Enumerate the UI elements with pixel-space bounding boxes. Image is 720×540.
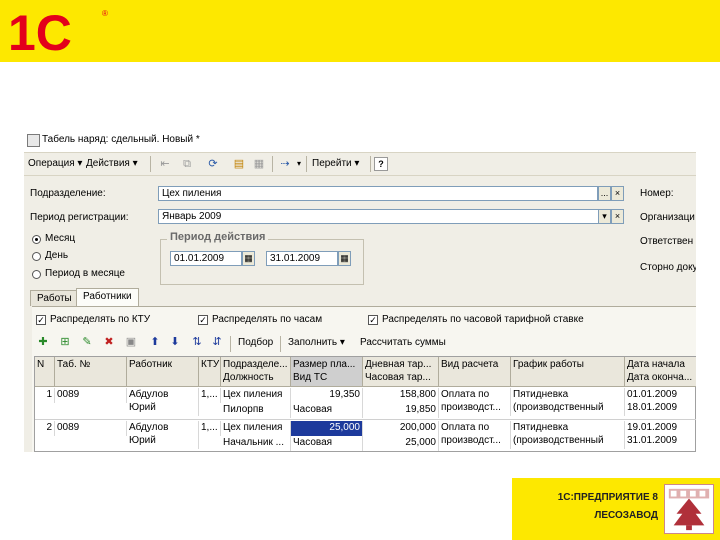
checkbox-hours[interactable]: ✓ (198, 315, 208, 325)
tab-workers[interactable]: Работники (76, 288, 139, 306)
organization-label: Организаци (640, 212, 695, 223)
fill-button[interactable]: Заполнить ▾ (288, 337, 345, 348)
tab-works[interactable]: Работы (30, 290, 79, 306)
date-from-field[interactable]: 01.01.2009 (170, 251, 242, 266)
column-header[interactable]: Дневная тар... Часовая тар... (363, 357, 439, 387)
brand-line-1: 1С:ПРЕДПРИЯТИЕ 8 (557, 492, 658, 503)
radio-month-label: Месяц (45, 233, 76, 244)
division-label: Подразделение: (30, 188, 106, 199)
save-icon[interactable]: ▦ (252, 157, 266, 171)
row-divider (35, 419, 696, 420)
period-dropdown-button[interactable]: ▾ (598, 209, 611, 224)
document-icon (27, 134, 40, 147)
structure-icon[interactable]: ⇢ (278, 157, 292, 171)
help-button[interactable]: ? (374, 157, 388, 171)
date-to-field[interactable]: 31.01.2009 (266, 251, 338, 266)
column-header[interactable]: Подразделе... Должность (221, 357, 291, 387)
window-title: Табель наряд: сдельный. Новый * (42, 134, 200, 145)
chevron-down-icon[interactable]: ▾ (292, 157, 306, 171)
sawmill-tree-icon (664, 484, 714, 534)
calc-sums-button[interactable]: Рассчитать суммы (360, 337, 446, 348)
logo-text: 1С (8, 6, 72, 56)
workers-table: N Таб. № Работник КТУ Подразделе... Должн… (34, 356, 696, 452)
goto-menu[interactable]: Перейти ▾ (312, 158, 359, 169)
toolbar-separator (150, 156, 151, 172)
toolbar-separator (306, 156, 307, 172)
toolbar-separator (272, 156, 273, 172)
storno-label: Сторно доку (640, 262, 696, 273)
toolbar-separator (370, 156, 371, 172)
toolbar-separator (280, 336, 281, 352)
column-header[interactable]: Работник (127, 357, 199, 387)
brand-line-2: ЛЕСОЗАВОД (594, 510, 658, 521)
period-label: Период регистрации: (30, 212, 129, 223)
copy-row-icon[interactable]: ⊞ (58, 335, 72, 349)
brand-badge: 1С:ПРЕДПРИЯТИЕ 8 ЛЕСОЗАВОД (512, 478, 720, 540)
window-titlebar: Табель наряд: сдельный. Новый * (24, 128, 696, 153)
period-field[interactable]: Январь 2009 (158, 209, 611, 224)
prev-doc-icon[interactable]: ⇤ (158, 157, 172, 171)
delete-row-icon[interactable]: ✖ (102, 335, 116, 349)
post-doc-icon[interactable]: ▤ (232, 157, 246, 171)
sort-asc-icon[interactable]: ⇅ (190, 335, 204, 349)
column-header[interactable]: Размер пла... Вид ТС (291, 357, 363, 387)
division-clear-button[interactable]: × (611, 186, 624, 201)
toolbar: Операция ▾ Действия ▾ ⇤ ⧉ ⟳ ▤ ▦ ⇢ ▾ Пере… (24, 153, 696, 176)
radio-day[interactable] (32, 252, 41, 261)
selected-cell[interactable]: 25,000 (291, 421, 363, 436)
refresh-icon[interactable]: ⟳ (206, 157, 220, 171)
document-window: Табель наряд: сдельный. Новый * Операция… (24, 128, 696, 452)
toolbar-separator (230, 336, 231, 352)
radio-day-label: День (45, 250, 69, 261)
column-header[interactable]: КТУ (199, 357, 221, 387)
column-header[interactable]: Вид расчета (439, 357, 511, 387)
post-row-icon[interactable]: ▣ (124, 335, 138, 349)
checkbox-tariff-label: Распределять по часовой тарифной ставке (382, 314, 584, 325)
division-select-button[interactable]: ... (598, 186, 611, 201)
edit-row-icon[interactable]: ✎ (80, 335, 94, 349)
sort-desc-icon[interactable]: ⇵ (210, 335, 224, 349)
copy-doc-icon[interactable]: ⧉ (180, 157, 194, 171)
column-header[interactable]: Дата начала Дата оконча... (625, 357, 696, 387)
checkbox-hours-label: Распределять по часам (212, 314, 323, 325)
pick-button[interactable]: Подбор (238, 337, 273, 348)
number-label: Номер: (640, 188, 674, 199)
move-down-icon[interactable]: ⬇ (168, 335, 182, 349)
calendar-icon[interactable]: ▦ (242, 251, 255, 266)
column-header[interactable]: Таб. № (55, 357, 127, 387)
move-up-icon[interactable]: ⬆ (148, 335, 162, 349)
radio-month[interactable] (32, 235, 41, 244)
column-header[interactable]: N (35, 357, 55, 387)
actions-menu[interactable]: Действия ▾ (86, 158, 138, 169)
operation-menu[interactable]: Операция ▾ (28, 158, 82, 169)
period-group-title: Период действия (167, 231, 269, 243)
division-field[interactable]: Цех пиления (158, 186, 598, 201)
radio-period[interactable] (32, 270, 41, 279)
checkbox-tariff[interactable]: ✓ (368, 315, 378, 325)
period-clear-button[interactable]: × (611, 209, 624, 224)
radio-period-label: Период в месяце (45, 268, 125, 279)
1c-logo: 1С ® (8, 6, 108, 56)
logo-registered-mark: ® (102, 9, 108, 18)
checkbox-ktu[interactable]: ✓ (36, 315, 46, 325)
column-header[interactable]: График работы (511, 357, 625, 387)
responsible-label: Ответствен (640, 236, 694, 247)
calendar-icon[interactable]: ▦ (338, 251, 351, 266)
add-row-icon[interactable]: ✚ (36, 335, 50, 349)
checkbox-ktu-label: Распределять по КТУ (50, 314, 151, 325)
